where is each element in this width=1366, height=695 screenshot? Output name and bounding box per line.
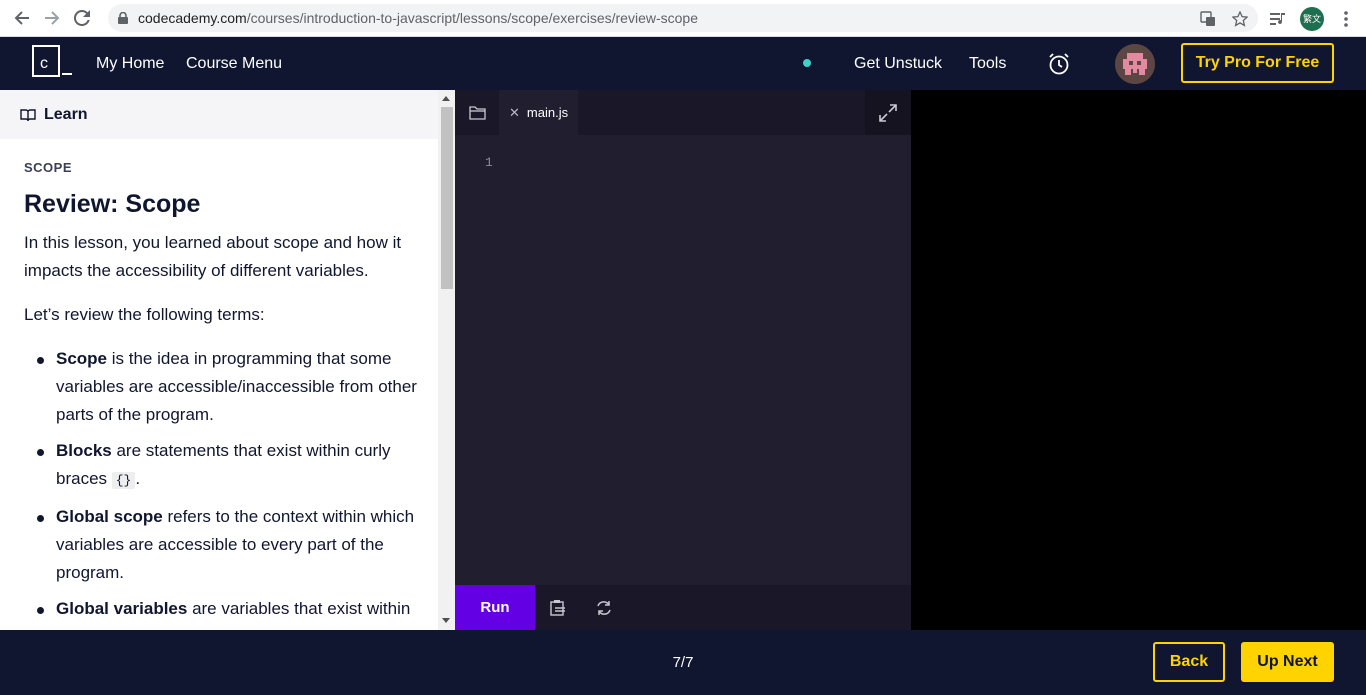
url-text: codecademy.com/courses/introduction-to-j… [138, 10, 698, 26]
address-bar[interactable]: codecademy.com/courses/introduction-to-j… [108, 4, 1258, 32]
line-number: 1 [485, 155, 493, 170]
scroll-down-arrow-icon[interactable] [442, 618, 450, 623]
list-item: Global variables are variables that exis… [24, 595, 419, 623]
close-icon[interactable]: ✕ [509, 105, 520, 121]
code-editor: ✕ main.js 1 Run [455, 90, 911, 630]
translate-icon[interactable] [1192, 3, 1224, 35]
try-pro-button[interactable]: Try Pro For Free [1181, 43, 1334, 83]
run-bar: Run [455, 585, 911, 630]
up-next-button[interactable]: Up Next [1241, 642, 1334, 682]
inline-code: {} [111, 472, 136, 489]
output-pane [911, 90, 1366, 630]
back-button[interactable]: Back [1153, 642, 1225, 682]
get-unstuck-link[interactable]: Get Unstuck [854, 37, 942, 90]
my-home-link[interactable]: My Home [96, 37, 164, 90]
file-tab-main-js[interactable]: ✕ main.js [499, 90, 579, 135]
editor-tab-bar: ✕ main.js [455, 90, 911, 135]
back-arrow-icon[interactable] [7, 3, 37, 33]
reload-icon[interactable] [67, 3, 97, 33]
reset-icon[interactable] [581, 585, 627, 630]
alarm-clock-icon[interactable] [1047, 37, 1071, 90]
media-queue-icon[interactable] [1262, 3, 1294, 35]
folder-icon[interactable] [455, 90, 499, 135]
course-menu-link[interactable]: Course Menu [186, 37, 282, 90]
lesson-kicker: SCOPE [24, 160, 73, 175]
scroll-up-arrow-icon[interactable] [442, 96, 450, 101]
svg-text:c: c [40, 55, 48, 72]
lesson-scrollbar[interactable] [438, 90, 455, 630]
forward-arrow-icon[interactable] [37, 3, 67, 33]
user-avatar[interactable] [1115, 44, 1155, 84]
profile-avatar[interactable]: 繁文 [1300, 6, 1324, 31]
learn-tab-label: Learn [44, 105, 88, 123]
list-item: Scope is the idea in programming that so… [24, 345, 419, 429]
copy-to-clipboard-icon[interactable] [535, 585, 581, 630]
lesson-pane: Learn SCOPE Review: Scope In this lesson… [0, 90, 455, 630]
lock-icon [108, 12, 138, 24]
expand-icon[interactable] [865, 90, 911, 135]
file-tab-label: main.js [526, 105, 569, 120]
lesson-content: SCOPE Review: Scope In this lesson, you … [24, 160, 419, 630]
status-dot [803, 59, 811, 67]
term-list: Scope is the idea in programming that so… [24, 345, 419, 623]
lesson-title: Review: Scope [24, 190, 201, 218]
scroll-thumb[interactable] [441, 107, 453, 289]
codecademy-logo[interactable]: c [32, 45, 72, 77]
learn-tab[interactable]: Learn [0, 90, 438, 139]
star-icon[interactable] [1224, 3, 1256, 35]
book-icon [20, 108, 36, 122]
run-button[interactable]: Run [455, 585, 535, 630]
tools-link[interactable]: Tools [969, 37, 1006, 90]
list-item: Blocks are statements that exist within … [24, 437, 419, 495]
lesson-intro: In this lesson, you learned about scope … [24, 233, 402, 280]
app-header: c My Home Course Menu Get Unstuck Tools … [0, 37, 1366, 90]
kebab-menu-icon[interactable] [1330, 3, 1362, 35]
lesson-review-lead: Let’s review the following terms: [24, 305, 265, 324]
list-item: Global scope refers to the context withi… [24, 503, 419, 587]
browser-toolbar: codecademy.com/courses/introduction-to-j… [0, 0, 1366, 37]
lesson-footer: 7/7 Back Up Next [0, 630, 1366, 695]
